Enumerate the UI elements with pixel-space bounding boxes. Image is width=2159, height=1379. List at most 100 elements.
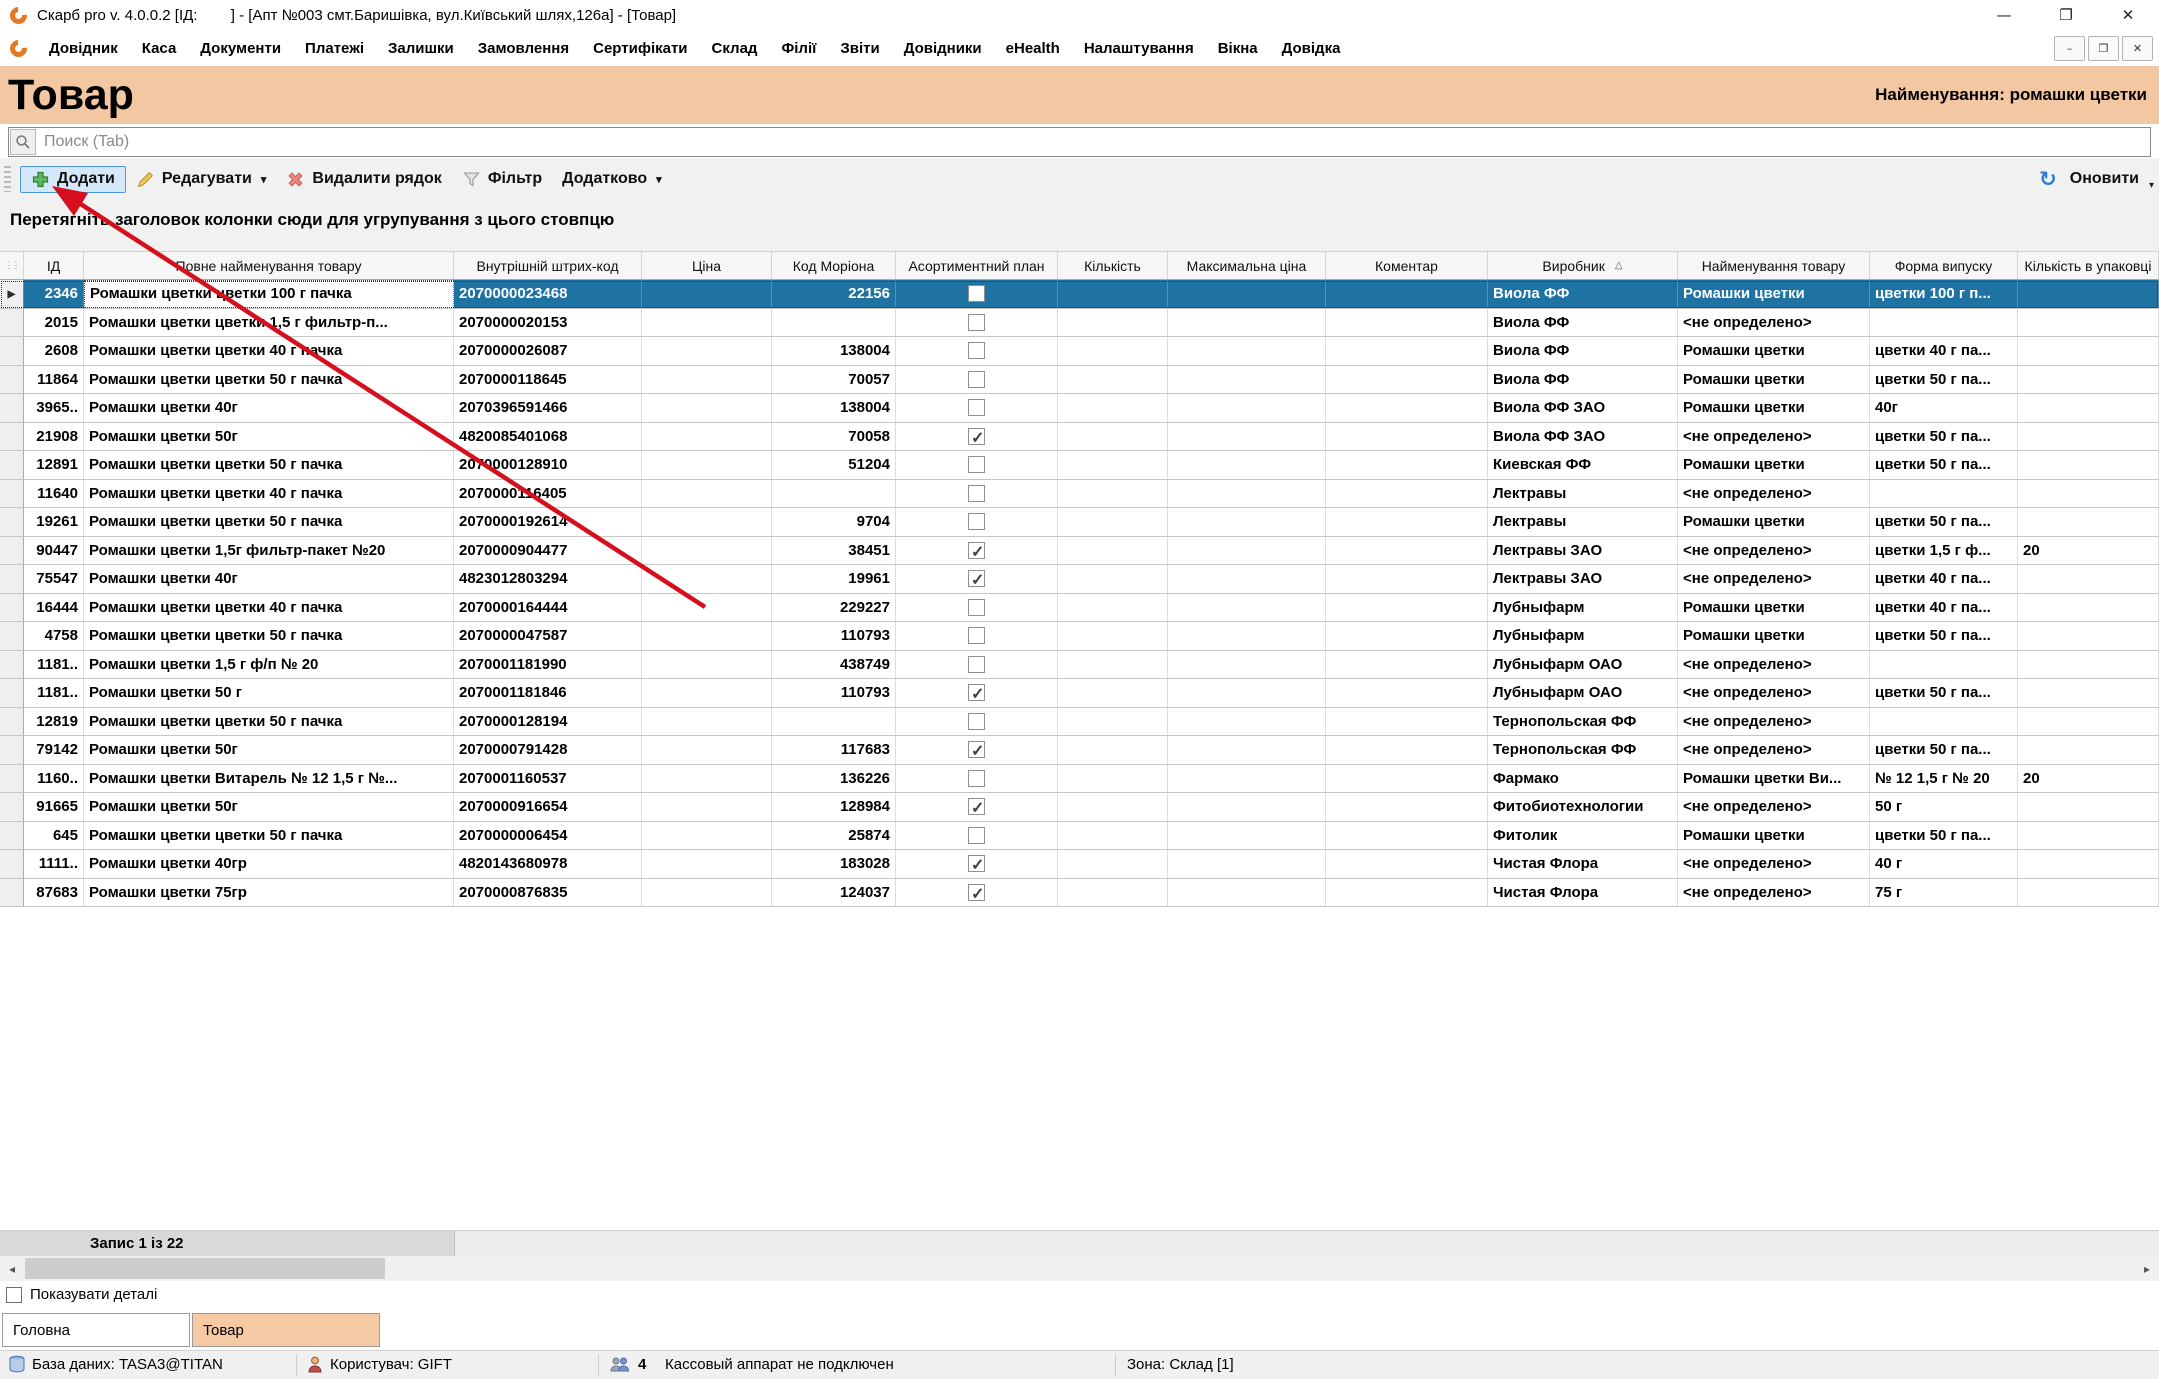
cell-morion[interactable]: 19961	[772, 565, 896, 593]
cell-comment[interactable]	[1326, 394, 1488, 422]
cell-max_price[interactable]	[1168, 565, 1326, 593]
cell-indicator[interactable]	[0, 394, 24, 422]
cell-manufacturer[interactable]: Тернопольская ФФ	[1488, 708, 1678, 736]
cell-name[interactable]: Ромашки цветки 40г	[84, 394, 454, 422]
cell-product_name[interactable]: Ромашки цветки	[1678, 337, 1870, 365]
assortment-plan-checkbox[interactable]	[968, 485, 985, 502]
table-row[interactable]: 2346Ромашки цветки цветки 100 г пачка207…	[0, 280, 2159, 309]
cell-max_price[interactable]	[1168, 337, 1326, 365]
cell-max_price[interactable]	[1168, 309, 1326, 337]
cell-barcode[interactable]: 2070000047587	[454, 622, 642, 650]
column-header-morion[interactable]: Код Моріона	[772, 252, 896, 279]
assortment-plan-checkbox[interactable]	[968, 770, 985, 787]
cell-product_name[interactable]: <не определено>	[1678, 708, 1870, 736]
menu-item-4[interactable]: Залишки	[388, 40, 454, 57]
cell-qty[interactable]	[1058, 594, 1168, 622]
column-header-barcode[interactable]: Внутрішній штрих-код	[454, 252, 642, 279]
search-input[interactable]	[37, 133, 2150, 151]
table-row[interactable]: 11640Ромашки цветки цветки 40 г пачка207…	[0, 480, 2159, 509]
cell-barcode[interactable]: 2070000791428	[454, 736, 642, 764]
cell-id[interactable]: 1111..	[24, 850, 84, 878]
cell-name[interactable]: Ромашки цветки 40гр	[84, 850, 454, 878]
cell-morion[interactable]	[772, 480, 896, 508]
cell-manufacturer[interactable]: Виола ФФ	[1488, 366, 1678, 394]
assortment-plan-checkbox[interactable]	[968, 542, 985, 559]
table-row[interactable]: 12891Ромашки цветки цветки 50 г пачка207…	[0, 451, 2159, 480]
cell-pack_qty[interactable]	[2018, 622, 2159, 650]
cell-max_price[interactable]	[1168, 651, 1326, 679]
cell-price[interactable]	[642, 309, 772, 337]
cell-qty[interactable]	[1058, 708, 1168, 736]
column-header-plan[interactable]: Асортиментний план	[896, 252, 1058, 279]
cell-id[interactable]: 12891	[24, 451, 84, 479]
cell-form[interactable]: цветки 50 г па...	[1870, 423, 2018, 451]
table-row[interactable]: 1111..Ромашки цветки 40гр482014368097818…	[0, 850, 2159, 879]
cell-morion[interactable]: 136226	[772, 765, 896, 793]
cell-morion[interactable]: 70058	[772, 423, 896, 451]
cell-morion[interactable]: 138004	[772, 394, 896, 422]
cell-indicator[interactable]	[0, 366, 24, 394]
cell-product_name[interactable]: Ромашки цветки	[1678, 622, 1870, 650]
cell-plan[interactable]	[896, 594, 1058, 622]
cell-pack_qty[interactable]: 20	[2018, 537, 2159, 565]
cell-name[interactable]: Ромашки цветки 1,5 г ф/п № 20	[84, 651, 454, 679]
cell-qty[interactable]	[1058, 537, 1168, 565]
cell-price[interactable]	[642, 765, 772, 793]
cell-manufacturer[interactable]: Киевская ФФ	[1488, 451, 1678, 479]
cell-name[interactable]: Ромашки цветки цветки 50 г пачка	[84, 822, 454, 850]
cell-form[interactable]: 40г	[1870, 394, 2018, 422]
assortment-plan-checkbox[interactable]	[968, 656, 985, 673]
cell-pack_qty[interactable]	[2018, 451, 2159, 479]
cell-name[interactable]: Ромашки цветки цветки 100 г пачка	[84, 280, 454, 308]
group-by-panel[interactable]: Перетягніть заголовок колонки сюди для у…	[10, 210, 614, 230]
cell-morion[interactable]: 22156	[772, 280, 896, 308]
show-details-checkbox[interactable]	[6, 1287, 22, 1303]
cell-comment[interactable]	[1326, 679, 1488, 707]
cell-indicator[interactable]	[0, 679, 24, 707]
cell-manufacturer[interactable]: Фармако	[1488, 765, 1678, 793]
cell-barcode[interactable]: 2070000128194	[454, 708, 642, 736]
column-header-comment[interactable]: Коментар	[1326, 252, 1488, 279]
cell-price[interactable]	[642, 366, 772, 394]
cell-morion[interactable]	[772, 309, 896, 337]
cell-max_price[interactable]	[1168, 594, 1326, 622]
table-row[interactable]: 1181..Ромашки цветки 50 г207000118184611…	[0, 679, 2159, 708]
cell-name[interactable]: Ромашки цветки 1,5г фильтр-пакет №20	[84, 537, 454, 565]
cell-comment[interactable]	[1326, 309, 1488, 337]
cell-product_name[interactable]: <не определено>	[1678, 850, 1870, 878]
cell-qty[interactable]	[1058, 423, 1168, 451]
cell-price[interactable]	[642, 850, 772, 878]
cell-name[interactable]: Ромашки цветки цветки 50 г пачка	[84, 508, 454, 536]
cell-indicator[interactable]	[0, 708, 24, 736]
cell-indicator[interactable]	[0, 822, 24, 850]
cell-name[interactable]: Ромашки цветки 50г	[84, 736, 454, 764]
tab-golovna[interactable]: Головна	[2, 1313, 190, 1347]
cell-product_name[interactable]: Ромашки цветки	[1678, 280, 1870, 308]
cell-form[interactable]: цветки 50 г па...	[1870, 508, 2018, 536]
cell-price[interactable]	[642, 508, 772, 536]
cell-price[interactable]	[642, 708, 772, 736]
horizontal-scrollbar[interactable]: ◂ ▸	[0, 1256, 2159, 1281]
cell-qty[interactable]	[1058, 850, 1168, 878]
cell-comment[interactable]	[1326, 423, 1488, 451]
cell-price[interactable]	[642, 736, 772, 764]
delete-row-button[interactable]: Видалити рядок	[276, 167, 451, 192]
cell-comment[interactable]	[1326, 480, 1488, 508]
cell-price[interactable]	[642, 280, 772, 308]
cell-name[interactable]: Ромашки цветки цветки 40 г пачка	[84, 594, 454, 622]
assortment-plan-checkbox[interactable]	[968, 855, 985, 872]
cell-morion[interactable]: 51204	[772, 451, 896, 479]
menu-item-6[interactable]: Сертифікати	[593, 40, 687, 57]
cell-id[interactable]: 12819	[24, 708, 84, 736]
cell-qty[interactable]	[1058, 736, 1168, 764]
cell-barcode[interactable]: 2070000916654	[454, 793, 642, 821]
cell-form[interactable]: цветки 40 г па...	[1870, 337, 2018, 365]
cell-form[interactable]	[1870, 708, 2018, 736]
cell-manufacturer[interactable]: Чистая Флора	[1488, 850, 1678, 878]
cell-comment[interactable]	[1326, 765, 1488, 793]
cell-indicator[interactable]	[0, 423, 24, 451]
cell-name[interactable]: Ромашки цветки цветки 40 г пачка	[84, 480, 454, 508]
cell-product_name[interactable]: <не определено>	[1678, 565, 1870, 593]
cell-qty[interactable]	[1058, 394, 1168, 422]
cell-barcode[interactable]: 2070000116405	[454, 480, 642, 508]
